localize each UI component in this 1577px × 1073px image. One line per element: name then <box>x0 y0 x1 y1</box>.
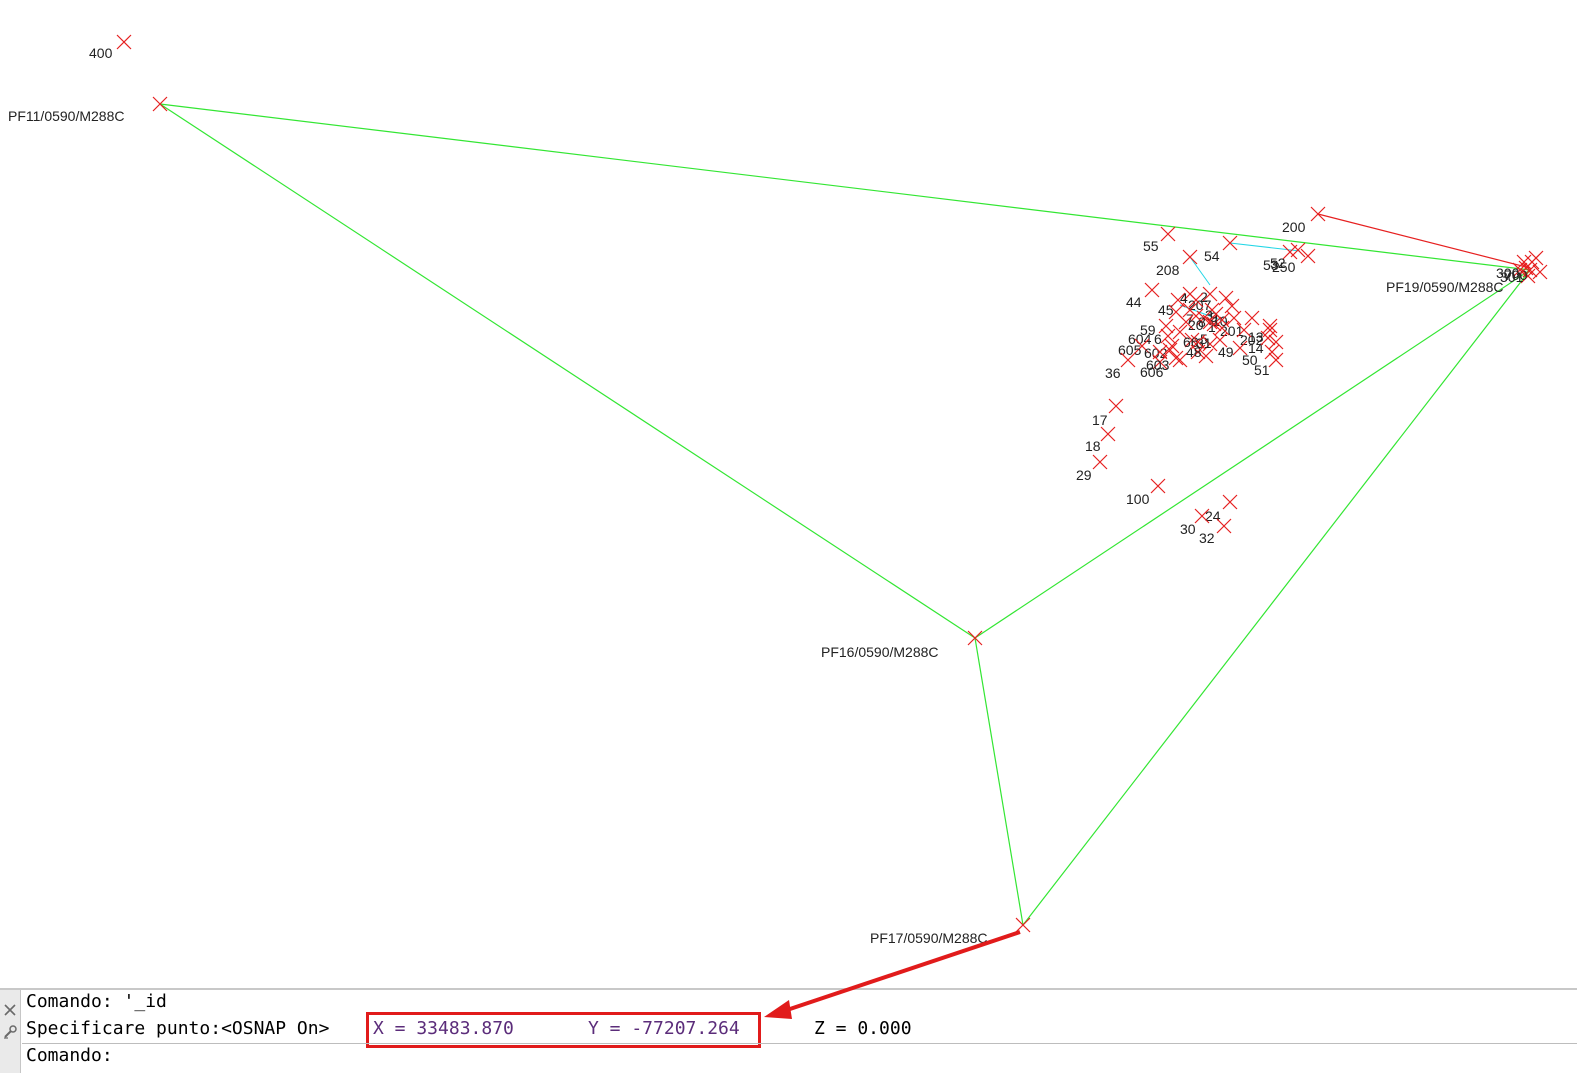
traverse-line <box>159 103 1531 271</box>
station-label-pf11: PF11/0590/M288C <box>8 108 124 124</box>
point-marker-shape <box>1100 426 1116 442</box>
point-marker-shape <box>1224 298 1240 314</box>
point-label-603: 603 <box>1146 357 1170 373</box>
point-marker-shape <box>1168 350 1184 366</box>
station-marker-pf17[interactable] <box>1015 917 1031 933</box>
command-line-divider <box>22 1043 1577 1044</box>
traverse-line <box>159 103 976 639</box>
command-prompt-line: Specificare punto:<OSNAP On> <box>26 1018 330 1039</box>
point-label-54: 54 <box>1204 248 1220 264</box>
point-marker-shape <box>1310 206 1326 222</box>
point-marker-13[interactable] <box>1262 318 1278 334</box>
command-history-line: Comando: '_id <box>26 991 167 1012</box>
point-marker-shape <box>1532 264 1548 280</box>
point-marker-shape <box>1108 398 1124 414</box>
drawing-canvas[interactable]: PF11/0590/M288C PF19/0590/M288C PF16/0590/… <box>0 0 1577 988</box>
traverse-line <box>974 637 1024 926</box>
station-label-pf16: PF16/0590/M288C <box>821 644 939 660</box>
point-marker-shape <box>1268 352 1284 368</box>
point-marker-shape <box>967 630 983 646</box>
point-marker-201[interactable] <box>1244 310 1260 326</box>
point-label-29: 29 <box>1076 467 1092 483</box>
point-marker-100[interactable] <box>1150 478 1166 494</box>
point-marker-400[interactable] <box>116 34 132 50</box>
point-marker-208[interactable] <box>1182 249 1198 265</box>
point-marker-shape <box>1150 478 1166 494</box>
point-label-45: 45 <box>1158 302 1174 318</box>
point-label-32: 32 <box>1199 530 1215 546</box>
point-marker-50[interactable] <box>1264 344 1280 360</box>
point-marker-14[interactable] <box>1268 334 1284 350</box>
point-label-51: 51 <box>1254 362 1270 378</box>
point-marker-shape <box>116 34 132 50</box>
point-marker-shape <box>1262 318 1278 334</box>
point-label-208: 208 <box>1156 262 1180 278</box>
point-label-44: 44 <box>1126 294 1142 310</box>
point-label-605: 605 <box>1118 342 1142 358</box>
command-line-panel[interactable]: Comando: '_id Specificare punto:<OSNAP O… <box>0 988 1577 1073</box>
point-label-30: 30 <box>1180 521 1196 537</box>
point-marker-17[interactable] <box>1108 398 1124 414</box>
point-marker-55[interactable] <box>1160 226 1176 242</box>
point-marker-24[interactable] <box>1222 494 1238 510</box>
point-marker-207[interactable] <box>1218 290 1234 306</box>
point-marker-44[interactable] <box>1144 282 1160 298</box>
detail-line <box>1317 213 1531 269</box>
point-marker-shape <box>1015 917 1031 933</box>
station-label-pf19: PF19/0590/M288C <box>1386 279 1504 295</box>
command-input-line[interactable]: Comando: <box>26 1045 113 1066</box>
point-label-20: 20 <box>1188 317 1204 333</box>
point-marker-shape <box>1144 282 1160 298</box>
point-label-18: 18 <box>1085 438 1101 454</box>
traverse-line <box>1022 269 1531 926</box>
point-marker-shape <box>1222 494 1238 510</box>
point-label-55: 55 <box>1143 238 1159 254</box>
point-marker-shape <box>1216 518 1232 534</box>
point-marker[interactable] <box>1224 298 1240 314</box>
coordinate-z-value: Z = 0.000 <box>814 1018 912 1039</box>
point-label-36: 36 <box>1105 365 1121 381</box>
coordinate-y-value: Y = -77207.264 <box>588 1018 740 1039</box>
point-label-400: 400 <box>89 45 113 61</box>
point-label-200: 200 <box>1282 219 1306 235</box>
traverse-line <box>974 269 1531 639</box>
point-marker-200[interactable] <box>1310 206 1326 222</box>
point-marker-604[interactable] <box>1160 328 1176 344</box>
point-marker-51[interactable] <box>1268 352 1284 368</box>
point-marker-29[interactable] <box>1092 454 1108 470</box>
station-marker-pf16[interactable] <box>967 630 983 646</box>
point-marker-shape <box>1244 310 1260 326</box>
coordinate-x-value: X = 33483.870 <box>373 1018 514 1039</box>
station-label-pf17: PF17/0590/M288C <box>870 930 988 946</box>
point-marker-shape <box>1222 235 1238 251</box>
point-marker-18[interactable] <box>1100 426 1116 442</box>
point-marker-250[interactable] <box>1300 248 1316 264</box>
point-marker-shape <box>1182 249 1198 265</box>
point-label-100: 100 <box>1126 491 1150 507</box>
point-marker-603[interactable] <box>1168 350 1184 366</box>
customize-wrench-icon[interactable] <box>2 1024 18 1040</box>
drawing-svg: PF11/0590/M288C PF19/0590/M288C PF16/0590/… <box>8 34 1548 946</box>
point-marker[interactable] <box>1172 352 1188 368</box>
cyan-line <box>1229 242 1301 252</box>
point-marker-shape <box>1218 290 1234 306</box>
point-marker[interactable] <box>1532 264 1548 280</box>
point-marker-shape <box>1160 328 1176 344</box>
point-marker-shape <box>1160 226 1176 242</box>
close-icon[interactable] <box>2 1002 18 1018</box>
point-marker-54[interactable] <box>1222 235 1238 251</box>
point-marker-32[interactable] <box>1216 518 1232 534</box>
point-marker-shape <box>1268 334 1284 350</box>
point-label-52: 52 <box>1270 255 1286 271</box>
point-marker-shape <box>1172 352 1188 368</box>
point-marker-shape <box>1264 344 1280 360</box>
point-label-301: 301 <box>1500 269 1524 285</box>
point-marker-shape <box>1092 454 1108 470</box>
command-line-gutter <box>0 990 21 1073</box>
point-marker-shape <box>1300 248 1316 264</box>
point-label-17: 17 <box>1092 412 1108 428</box>
